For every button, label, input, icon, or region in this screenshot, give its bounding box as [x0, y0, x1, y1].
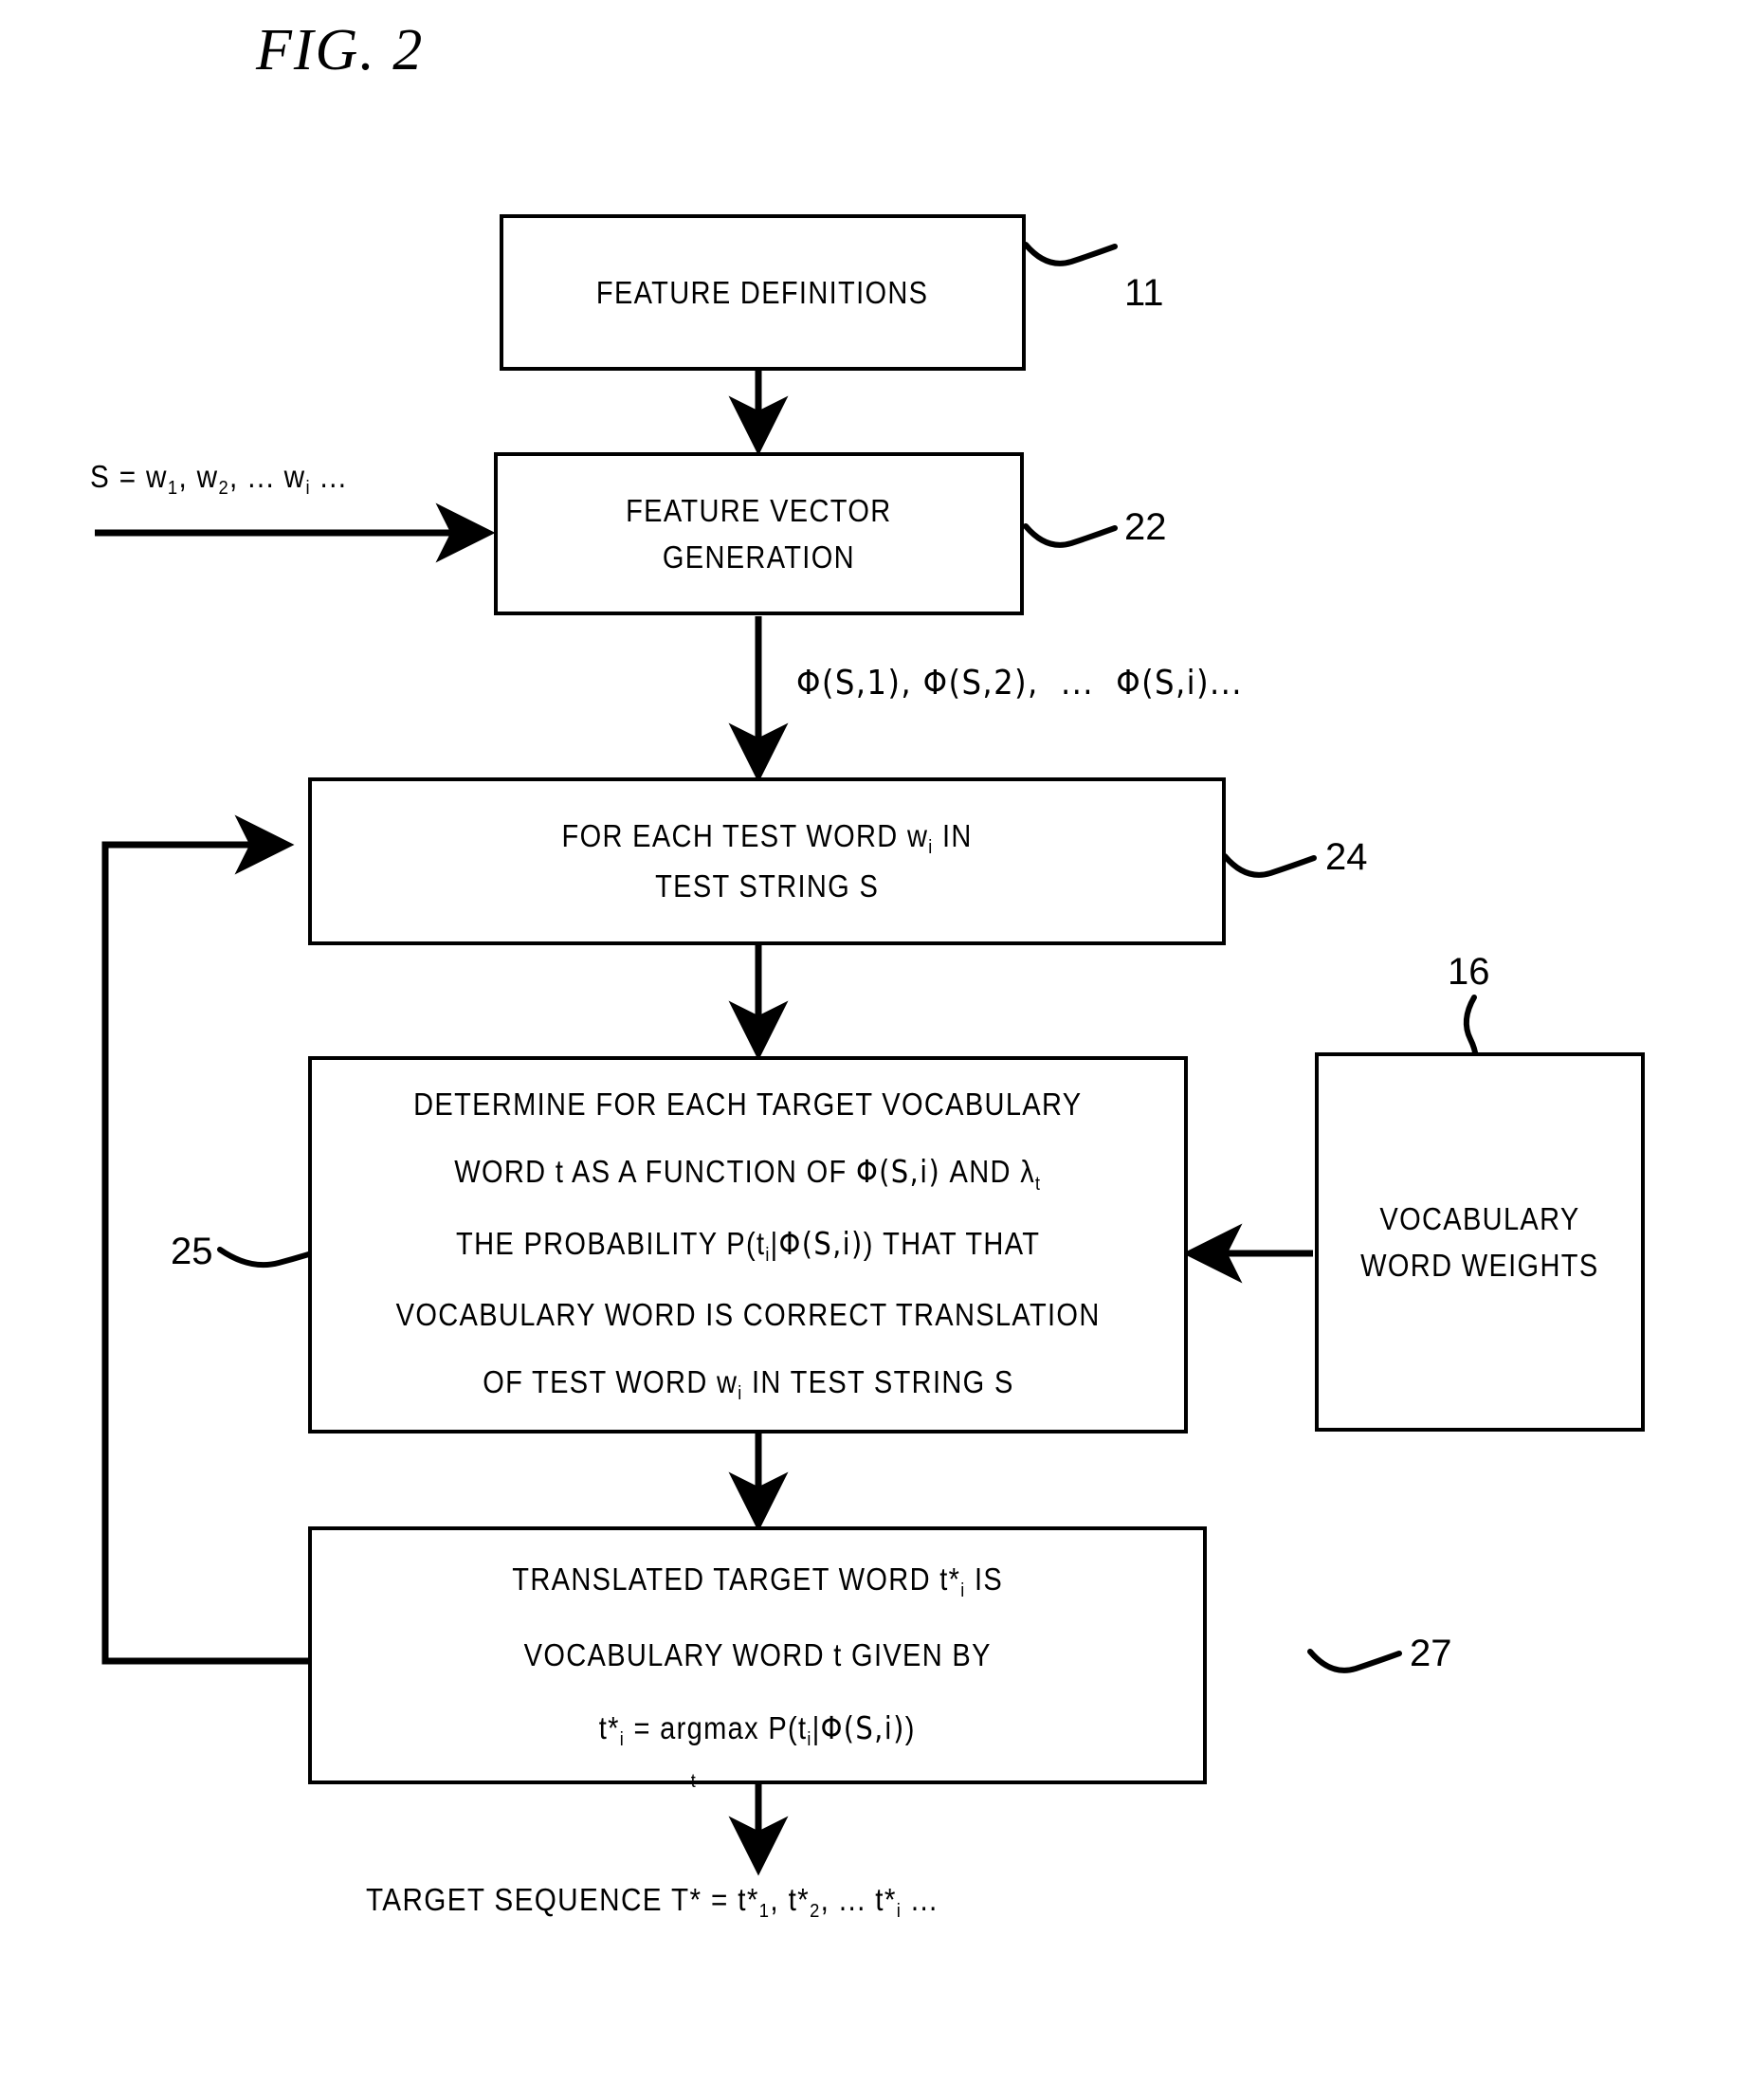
- box-feature-vector-generation-line-1: FEATURE VECTOR: [626, 492, 892, 528]
- box-determine-probability-line-1: DETERMINE FOR EACH TARGET VOCABULARY: [413, 1086, 1083, 1122]
- box-translated-target-word-line-3: t*i = argmax t P(ti|Φ(S,i)): [599, 1708, 916, 1792]
- ref-numeral-11: 11: [1124, 272, 1164, 314]
- box-vocabulary-word-weights-line-2: WORD WEIGHTS: [1360, 1248, 1599, 1283]
- box-feature-definitions-line-1: FEATURE DEFINITIONS: [596, 274, 929, 310]
- feature-vectors-label: Φ(S,1), Φ(S,2), ... Φ(S,i)...: [796, 664, 1243, 703]
- box-for-each-test-word-line-1: FOR EACH TEST WORD wi IN: [561, 818, 973, 859]
- ref-numeral-24: 24: [1325, 836, 1368, 878]
- leader-24: [1222, 853, 1317, 878]
- ref-numeral-22: 22: [1124, 506, 1167, 548]
- box-feature-definitions[interactable]: FEATURE DEFINITIONS: [500, 214, 1026, 371]
- box-determine-probability-line-3: THE PROBABILITY P(ti|Φ(S,i)) THAT THAT: [455, 1224, 1041, 1267]
- leader-11: [1023, 242, 1118, 266]
- box-feature-vector-generation[interactable]: FEATURE VECTOR GENERATION: [494, 452, 1024, 615]
- figure-title: FIG. 2: [256, 18, 425, 82]
- box-translated-target-word-line-1: TRANSLATED TARGET WORD t*i IS: [512, 1561, 1003, 1602]
- box-determine-probability-line-2: WORD t AS A FUNCTION OF Φ(S,i) AND λt: [454, 1153, 1042, 1196]
- leader-27: [1307, 1649, 1402, 1673]
- box-feature-vector-generation-line-2: GENERATION: [662, 539, 856, 575]
- ref-numeral-16: 16: [1448, 951, 1490, 993]
- leader-22: [1023, 523, 1118, 548]
- box-translated-target-word[interactable]: TRANSLATED TARGET WORD t*i IS VOCABULARY…: [308, 1526, 1207, 1792]
- box-vocabulary-word-weights[interactable]: VOCABULARY WORD WEIGHTS: [1315, 1052, 1645, 1432]
- box-for-each-test-word[interactable]: FOR EACH TEST WORD wi IN TEST STRING S: [308, 777, 1226, 945]
- ref-numeral-27: 27: [1410, 1633, 1452, 1674]
- box-determine-probability-line-4: VOCABULARY WORD IS CORRECT TRANSLATION: [395, 1296, 1101, 1332]
- ref-numeral-25: 25: [171, 1231, 213, 1272]
- box-determine-probability-line-5: OF TEST WORD wi IN TEST STRING S: [482, 1364, 1014, 1405]
- box-for-each-test-word-line-2: TEST STRING S: [654, 868, 880, 904]
- box-translated-target-word-line-2: VOCABULARY WORD t GIVEN BY: [523, 1637, 992, 1673]
- input-sequence-label: S = w1, w2, ... wi ...: [90, 459, 348, 500]
- box-vocabulary-word-weights-line-1: VOCABULARY: [1379, 1200, 1580, 1236]
- box-determine-probability[interactable]: DETERMINE FOR EACH TARGET VOCABULARY WOR…: [308, 1056, 1188, 1433]
- output-sequence-label: TARGET SEQUENCE T* = t*1, t*2, ... t*i .…: [366, 1882, 939, 1923]
